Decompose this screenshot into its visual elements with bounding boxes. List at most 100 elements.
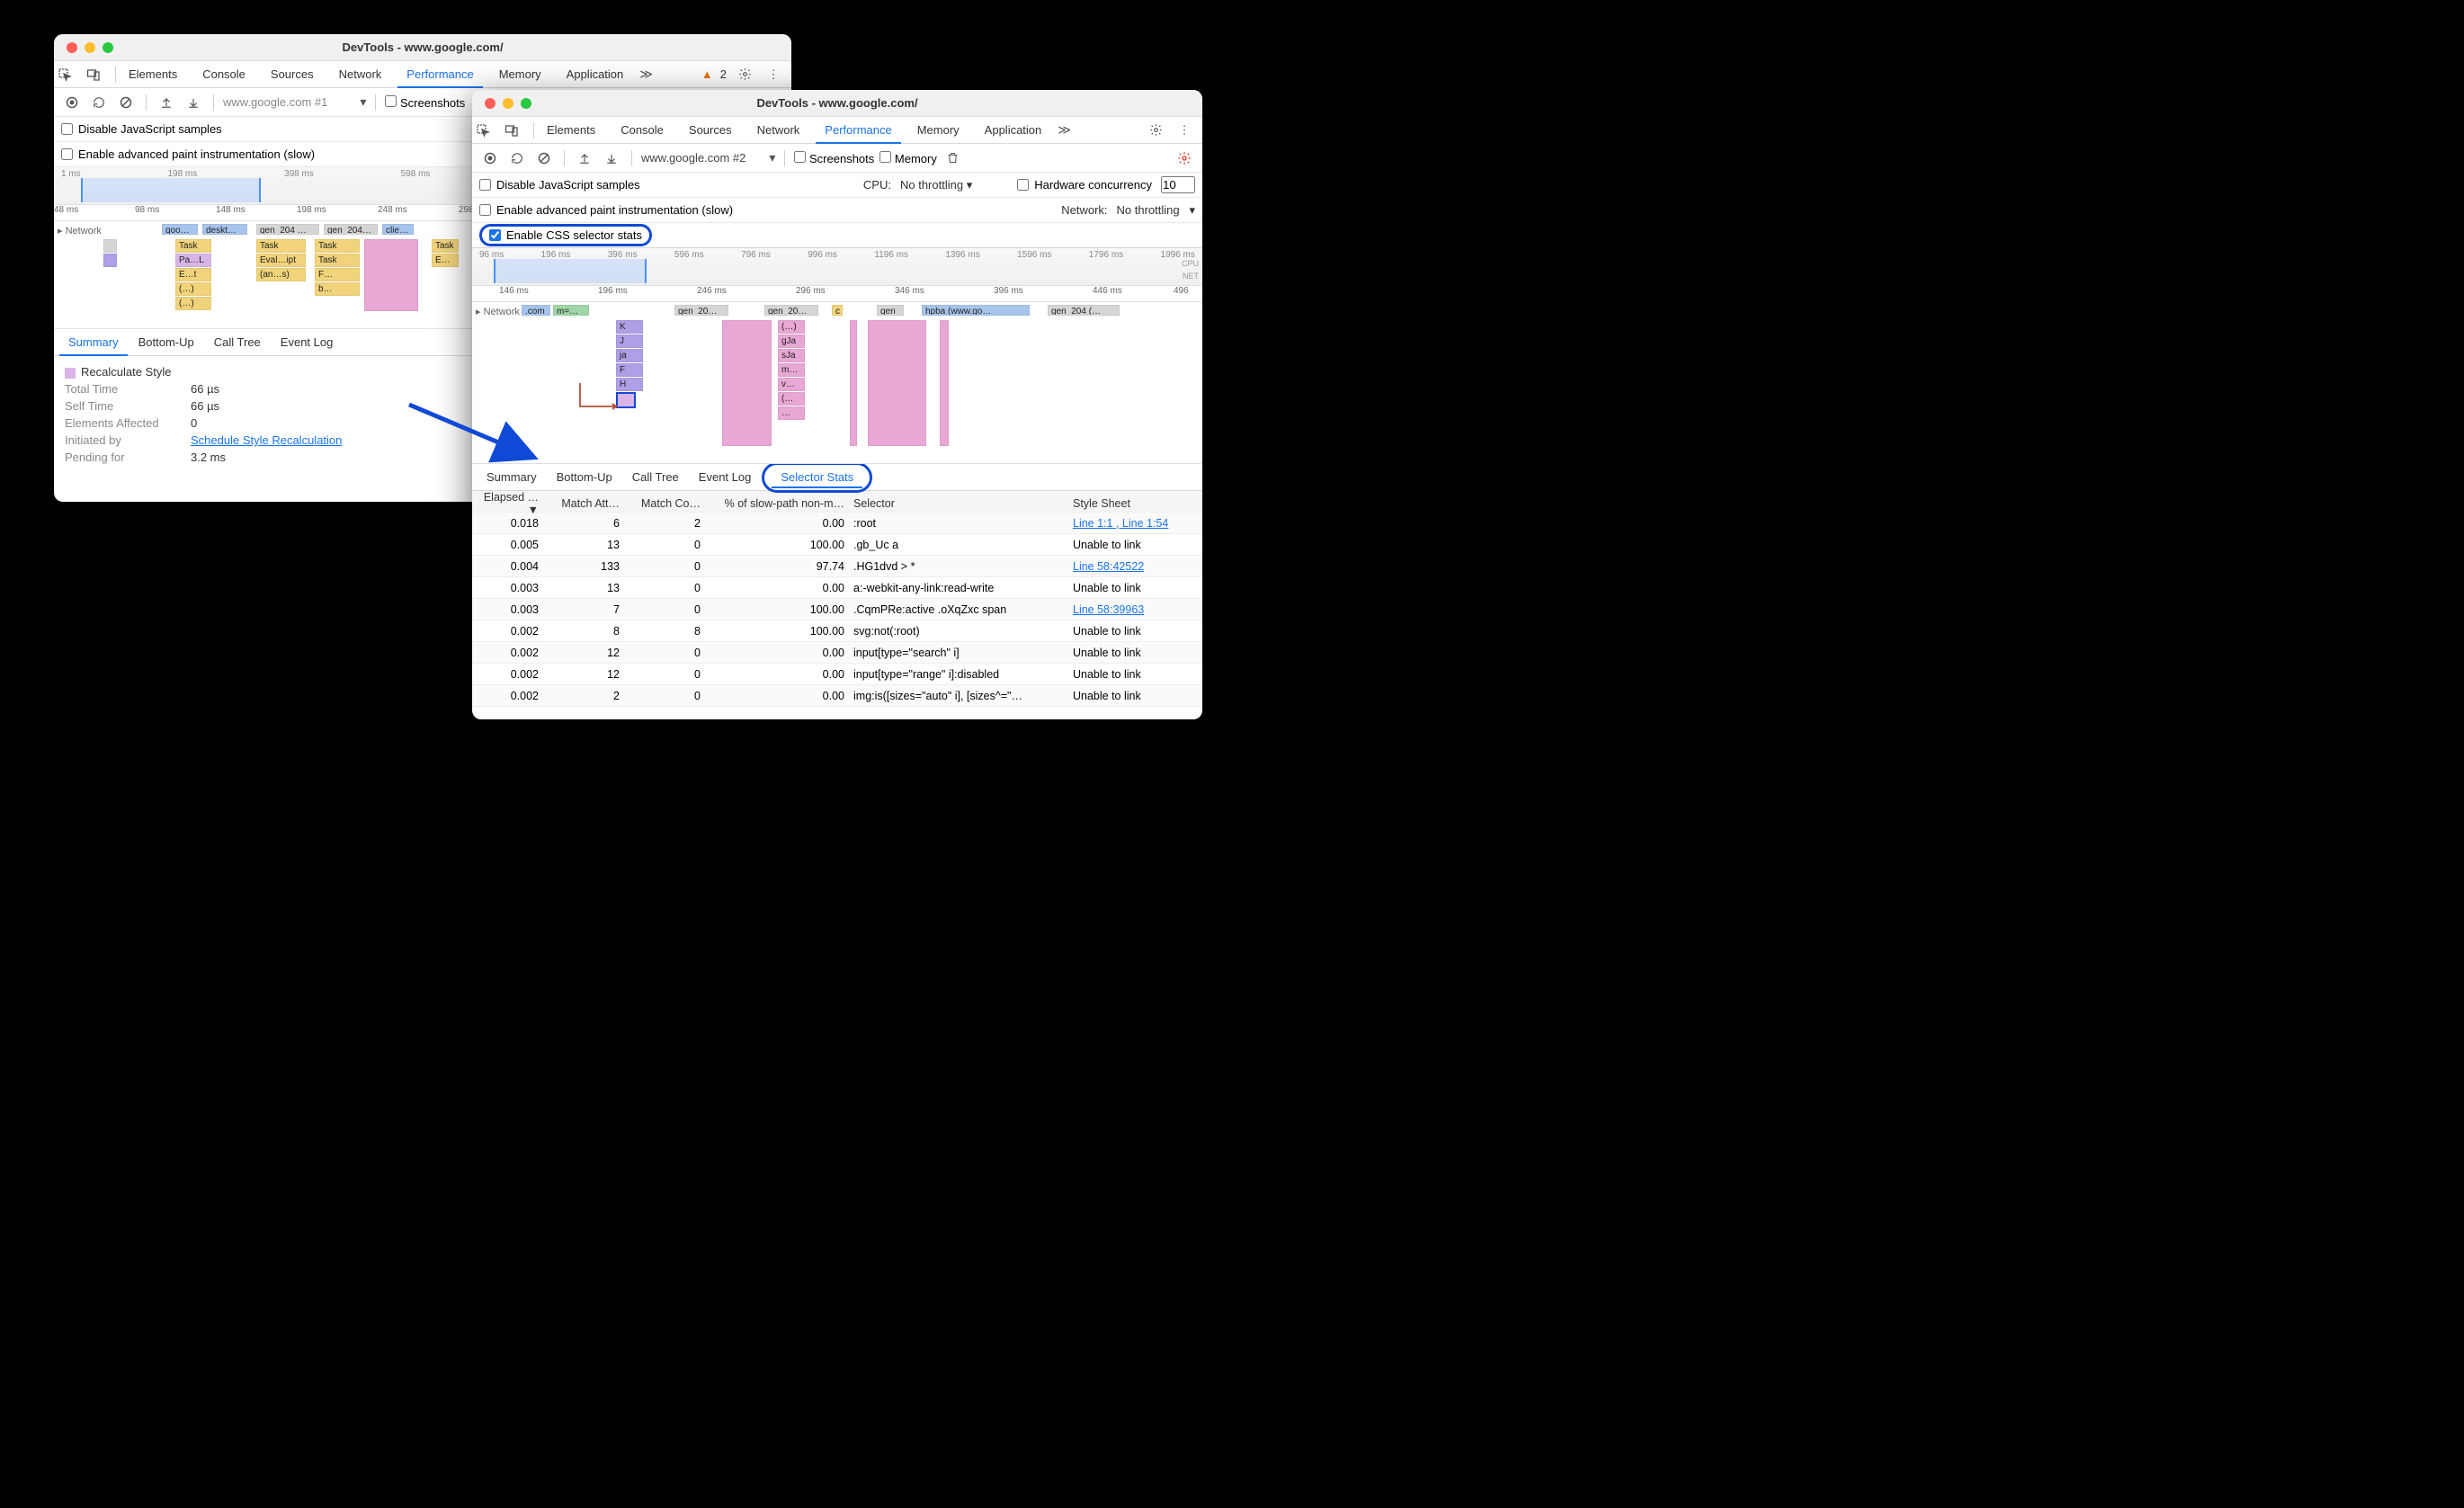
titlebar[interactable]: DevTools - www.google.com/ — [472, 90, 1202, 117]
tab-console[interactable]: Console — [193, 61, 254, 88]
stats-row[interactable]: 0.0031300.00a:-webkit-any-link:read-writ… — [472, 577, 1202, 599]
kebab-icon[interactable]: ⋮ — [1174, 120, 1195, 141]
hw-concurrency-input[interactable] — [1161, 176, 1195, 193]
net-block[interactable]: .com — [522, 305, 550, 316]
device-toolbar-icon[interactable] — [83, 64, 104, 85]
stats-row[interactable]: 0.0021200.00input[type="search" i]Unable… — [472, 642, 1202, 664]
clear-icon[interactable] — [533, 147, 555, 169]
upload-icon[interactable] — [574, 147, 595, 169]
flame-block[interactable] — [364, 239, 418, 311]
flame-block[interactable]: (…) — [778, 320, 805, 334]
flame-block[interactable]: b… — [315, 282, 360, 296]
stylesheet-link[interactable]: Line 1:1 , Line 1:54 — [1073, 517, 1168, 530]
flame-chart[interactable]: ▸ Network .com m=… gen_20… gen_20… c gen… — [472, 302, 1202, 464]
tab-console[interactable]: Console — [612, 117, 673, 144]
net-block[interactable]: gen_20… — [674, 305, 728, 316]
flame-block[interactable] — [940, 320, 949, 446]
flame-block[interactable]: H — [616, 378, 643, 391]
flame-block[interactable]: gJa — [778, 335, 805, 348]
stylesheet-link[interactable]: Line 58:39963 — [1073, 603, 1144, 616]
disable-js-checkbox[interactable]: Disable JavaScript samples — [479, 178, 640, 192]
flame-block[interactable]: Task — [315, 239, 360, 253]
flame-block[interactable]: Eval…ipt — [256, 254, 306, 267]
network-value[interactable]: No throttling ▾ — [1117, 203, 1195, 218]
more-tabs-icon[interactable]: ≫ — [639, 67, 653, 82]
timeline-overview[interactable]: 96 ms196 ms396 ms596 ms796 ms996 ms1196 … — [472, 248, 1202, 286]
stats-row[interactable]: 0.00288100.00svg:not(:root)Unable to lin… — [472, 620, 1202, 642]
more-tabs-icon[interactable]: ≫ — [1058, 122, 1071, 138]
gear-icon[interactable] — [1174, 147, 1195, 169]
flame-block[interactable]: Pa…L — [175, 254, 211, 267]
subtab-summary[interactable]: Summary — [478, 464, 546, 491]
tab-performance[interactable]: Performance — [816, 117, 900, 144]
stats-row[interactable]: 0.005130100.00.gb_Uc aUnable to link — [472, 534, 1202, 556]
flame-block[interactable]: (an…s) — [256, 268, 306, 281]
net-block[interactable]: gen_204 (… — [1048, 305, 1120, 316]
stats-row[interactable]: 0.002200.00img:is([sizes="auto" i], [siz… — [472, 685, 1202, 707]
subtab-summary[interactable]: Summary — [59, 329, 128, 356]
flame-block[interactable]: (…) — [175, 282, 211, 296]
flame-block[interactable]: F… — [315, 268, 360, 281]
flame-block[interactable]: Task — [175, 239, 211, 253]
warning-count[interactable]: 2 — [720, 67, 727, 81]
flame-block[interactable]: (…) — [175, 297, 211, 310]
chevron-down-icon[interactable]: ▾ — [769, 150, 775, 165]
subtab-eventlog[interactable]: Event Log — [272, 329, 343, 356]
warning-icon[interactable]: ▲ — [701, 67, 713, 81]
screenshots-checkbox[interactable]: Screenshots — [794, 151, 874, 165]
enable-paint-checkbox[interactable]: Enable advanced paint instrumentation (s… — [479, 203, 733, 217]
flame-block[interactable]: … — [778, 406, 805, 420]
net-block[interactable]: clie… — [382, 224, 414, 235]
subtab-selector-stats[interactable]: Selector Stats — [772, 467, 862, 488]
upload-icon[interactable] — [156, 92, 177, 113]
flame-block[interactable] — [850, 320, 857, 446]
flame-block[interactable]: Task — [432, 239, 459, 253]
download-icon[interactable] — [183, 92, 204, 113]
subtab-eventlog[interactable]: Event Log — [690, 464, 761, 491]
zoom-icon[interactable] — [103, 42, 113, 53]
flame-block[interactable]: Task — [315, 254, 360, 267]
net-block[interactable]: c — [832, 305, 843, 316]
tab-memory[interactable]: Memory — [490, 61, 550, 88]
flame-block[interactable]: (… — [778, 392, 805, 406]
overview-selection[interactable] — [81, 178, 261, 202]
flame-block[interactable]: Task — [256, 239, 306, 253]
flame-block[interactable]: J — [616, 335, 643, 348]
net-block[interactable]: goo… — [162, 224, 198, 235]
net-block[interactable]: deskt… — [202, 224, 247, 235]
tab-network[interactable]: Network — [330, 61, 391, 88]
flame-block[interactable] — [103, 239, 117, 253]
tab-elements[interactable]: Elements — [538, 117, 604, 144]
minimize-icon[interactable] — [85, 42, 95, 53]
gear-icon[interactable] — [1145, 120, 1166, 141]
disable-js-checkbox[interactable]: Disable JavaScript samples — [61, 122, 222, 136]
net-block[interactable]: gen_204… — [324, 224, 378, 235]
flame-block[interactable]: F — [616, 363, 643, 377]
close-icon[interactable] — [485, 98, 495, 109]
tab-application[interactable]: Application — [558, 61, 633, 88]
tab-network[interactable]: Network — [748, 117, 809, 144]
flame-block[interactable]: K — [616, 320, 643, 334]
clear-icon[interactable] — [115, 92, 137, 113]
gear-icon[interactable] — [734, 64, 755, 85]
reload-icon[interactable] — [506, 147, 528, 169]
zoom-icon[interactable] — [521, 98, 531, 109]
network-track-label[interactable]: ▸ Network — [476, 306, 520, 317]
screenshots-checkbox[interactable]: Screenshots — [385, 95, 465, 110]
overview-selection[interactable] — [494, 259, 647, 283]
network-track-label[interactable]: ▸ Network — [58, 225, 102, 236]
net-block[interactable]: gen — [877, 305, 904, 316]
net-block[interactable]: gen_204 … — [256, 224, 319, 235]
tab-sources[interactable]: Sources — [262, 61, 323, 88]
time-ruler[interactable]: 146 ms 196 ms 246 ms 296 ms 346 ms 396 m… — [472, 286, 1202, 302]
tab-elements[interactable]: Elements — [120, 61, 186, 88]
flame-block[interactable] — [722, 320, 772, 446]
subtab-calltree[interactable]: Call Tree — [205, 329, 270, 356]
flame-block[interactable] — [103, 254, 117, 267]
record-icon[interactable] — [61, 92, 83, 113]
flame-block[interactable] — [868, 320, 926, 446]
initiated-by-link[interactable]: Schedule Style Recalculation — [191, 433, 342, 447]
hw-concurrency-checkbox[interactable]: Hardware concurrency — [1017, 178, 1152, 192]
flame-block[interactable]: ja — [616, 349, 643, 362]
tab-memory[interactable]: Memory — [908, 117, 969, 144]
